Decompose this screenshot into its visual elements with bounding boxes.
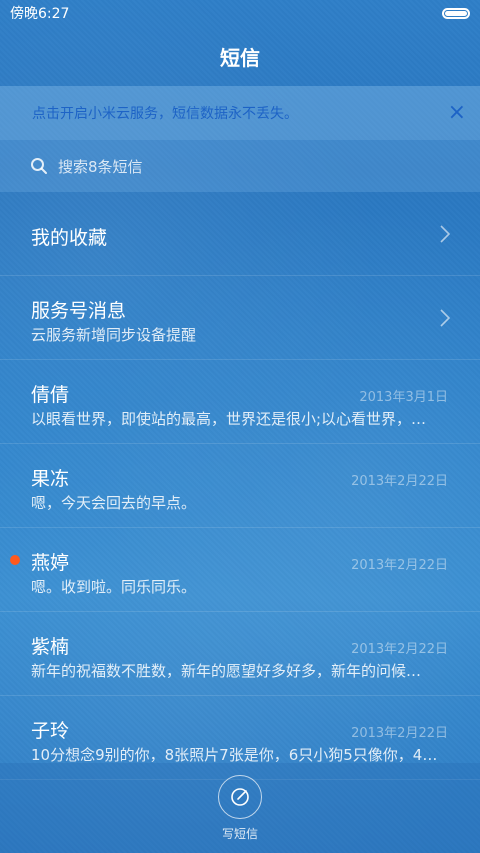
message-date: 2013年3月1日	[359, 390, 448, 405]
compose-icon	[231, 787, 249, 806]
status-time: 傍晚6:27	[10, 6, 70, 22]
contact-name: 紫楠	[31, 636, 70, 658]
list-item-service-messages[interactable]: 服务号消息 云服务新增同步设备提醒	[0, 276, 480, 360]
message-preview: 嗯，今天会回去的早点。	[31, 494, 197, 512]
message-date: 2013年2月22日	[351, 558, 448, 573]
item-name: 服务号消息	[31, 300, 127, 322]
battery-icon	[442, 7, 470, 19]
contact-name: 倩倩	[31, 384, 70, 406]
search-bar[interactable]: 搜索8条短信	[0, 140, 480, 192]
status-bar: 傍晚6:27	[0, 0, 480, 26]
item-preview: 云服务新增同步设备提醒	[31, 326, 197, 344]
contact-name: 燕婷	[31, 552, 70, 574]
bottom-bar: 写短信	[0, 763, 480, 853]
list-item[interactable]: 燕婷 2013年2月22日 嗯。收到啦。同乐同乐。	[0, 528, 480, 612]
contact-name: 子玲	[31, 720, 70, 742]
message-date: 2013年2月22日	[351, 726, 448, 741]
search-icon	[31, 158, 47, 174]
contact-name: 果冻	[31, 468, 70, 490]
message-preview: 嗯。收到啦。同乐同乐。	[31, 578, 197, 596]
compose-button[interactable]	[218, 774, 262, 819]
compose-label: 写短信	[221, 826, 258, 841]
search-placeholder: 搜索8条短信	[58, 157, 143, 176]
message-date: 2013年2月22日	[351, 474, 448, 489]
list-item-favorites[interactable]: 我的收藏	[0, 192, 480, 276]
close-icon[interactable]: ×	[448, 102, 466, 124]
chevron-right-icon	[440, 225, 450, 243]
list-item[interactable]: 果冻 2013年2月22日 嗯，今天会回去的早点。	[0, 444, 480, 528]
message-preview: 以眼看世界，即使站的最高，世界还是很小;以心看世界，…	[31, 410, 427, 428]
message-preview: 新年的祝福数不胜数，新年的愿望好多好多，新年的问候…	[31, 662, 422, 680]
message-preview: 10分想念9别的你，8张照片7张是你，6只小狗5只像你，4…	[31, 746, 438, 764]
item-name: 我的收藏	[31, 227, 108, 249]
message-date: 2013年2月22日	[351, 642, 448, 657]
banner-text: 点击开启小米云服务，短信数据永不丢失。	[32, 106, 298, 122]
unread-dot-icon	[10, 555, 20, 565]
list-item[interactable]: 倩倩 2013年3月1日 以眼看世界，即使站的最高，世界还是很小;以心看世界，…	[0, 360, 480, 444]
list-item[interactable]: 紫楠 2013年2月22日 新年的祝福数不胜数，新年的愿望好多好多，新年的问候…	[0, 612, 480, 696]
title-bar: 短信	[0, 26, 480, 86]
message-list: 我的收藏 服务号消息 云服务新增同步设备提醒 倩倩 2013年3月1日 以眼看世…	[0, 192, 480, 780]
cloud-service-banner[interactable]: 点击开启小米云服务，短信数据永不丢失。 ×	[0, 86, 480, 140]
chevron-right-icon	[440, 309, 450, 327]
page-title: 短信	[220, 45, 260, 70]
